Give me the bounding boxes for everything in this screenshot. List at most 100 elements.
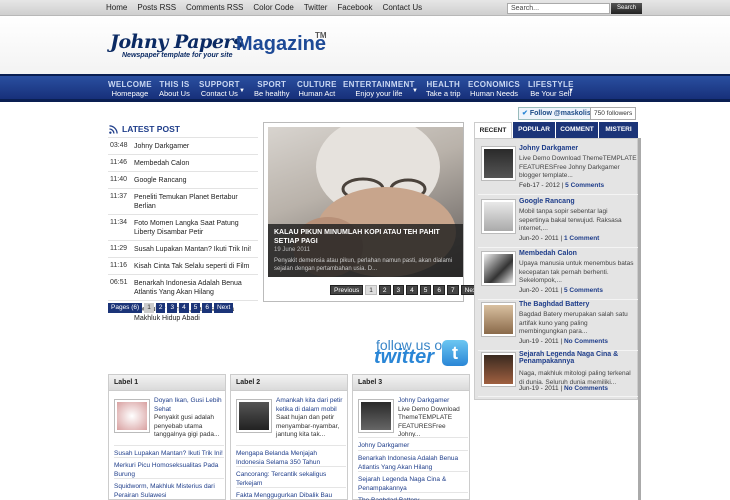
label-link[interactable]: Benarkah Indonesia Adalah Benua Atlantis… bbox=[358, 450, 468, 472]
recent-post-date: Jun-20 - 2011 bbox=[519, 235, 559, 242]
label-link[interactable]: Cancorang: Tercantik sekaligus Terkejam bbox=[236, 466, 346, 488]
post-title[interactable]: Google Rancang bbox=[134, 176, 258, 185]
label-3-heading[interactable]: Label 3 bbox=[353, 375, 469, 391]
post-thumbnail[interactable] bbox=[481, 302, 516, 337]
list-item[interactable]: 11:34 Foto Momen Langka Saat Patung Liber… bbox=[108, 214, 258, 240]
recent-post-item[interactable]: Johny Darkgamer Live Demo Download Theme… bbox=[478, 141, 638, 195]
label-link[interactable]: The Baghdad Battery bbox=[358, 492, 468, 500]
topnav-color-code[interactable]: Color Code bbox=[253, 3, 293, 12]
top-post-title[interactable]: Johny Darkgamer bbox=[398, 397, 449, 404]
recent-post-comments[interactable]: 1 Comment bbox=[564, 235, 599, 242]
previous-button[interactable]: Previous bbox=[330, 285, 364, 295]
nav-sub: Human Act bbox=[298, 89, 336, 98]
recent-post-item[interactable]: The Baghdad Battery Bagdad Batery merupa… bbox=[478, 297, 638, 351]
label-link[interactable]: Sejarah Legenda Naga Cina & Penampakanny… bbox=[358, 471, 468, 493]
recent-post-comments[interactable]: 5 Comments bbox=[564, 287, 603, 294]
topnav-contact[interactable]: Contact Us bbox=[383, 3, 423, 12]
nav-item-lifestyle[interactable]: LIFESTYLE Be Your Self bbox=[528, 80, 574, 98]
list-item[interactable]: 11:37 Peneliti Temukan Planet Bertabur Be… bbox=[108, 188, 258, 214]
post-title[interactable]: Membedah Calon bbox=[134, 159, 258, 168]
list-item[interactable]: 11:40 Google Rancang bbox=[108, 171, 258, 188]
post-title[interactable]: Peneliti Temukan Planet Bertabur Berlian bbox=[134, 193, 258, 211]
nav-item-sport[interactable]: SPORT Be healthy bbox=[254, 80, 289, 98]
list-item[interactable]: 06:51 Benarkah Indonesia Adalah Benua Atl… bbox=[108, 274, 258, 300]
recent-post-comments[interactable]: No Comments bbox=[564, 338, 608, 345]
recent-post-comments[interactable]: 5 Comments bbox=[565, 182, 604, 189]
label-link[interactable]: Mengapa Belanda Menjajah Indonesia Selam… bbox=[236, 445, 346, 467]
recent-post-title[interactable]: Sejarah Legenda Naga Cina & Penampakanny… bbox=[519, 351, 637, 365]
slide-5-button[interactable]: 5 bbox=[419, 285, 432, 295]
page-1-link[interactable]: 1 bbox=[144, 303, 154, 313]
recent-post-title[interactable]: Google Rancang bbox=[519, 198, 637, 205]
label-link[interactable]: Squidworm, Makhluk Misterius dari Perair… bbox=[114, 478, 224, 500]
slide-6-button[interactable]: 6 bbox=[433, 285, 446, 295]
post-title[interactable]: Susah Lupakan Mantan? Ikuti Trik Ini! bbox=[134, 245, 258, 254]
next-page-link[interactable]: Next bbox=[213, 303, 234, 313]
nav-item-entertainment[interactable]: ENTERTAINMENT Enjoy your life bbox=[343, 80, 415, 98]
label-link[interactable]: Johny Darkgamer bbox=[358, 437, 468, 451]
post-thumbnail[interactable] bbox=[481, 199, 516, 234]
list-item[interactable]: 03:48 Johny Darkgamer bbox=[108, 137, 258, 154]
nav-item-support[interactable]: SUPPORT Contact Us bbox=[199, 80, 240, 98]
tab-comment[interactable]: COMMENT bbox=[556, 122, 598, 138]
nav-item-economics[interactable]: ECONOMICS Human Needs bbox=[468, 80, 520, 98]
label-2-heading[interactable]: Label 2 bbox=[231, 375, 347, 391]
page-2-link[interactable]: 2 bbox=[155, 303, 166, 313]
logo-magazine[interactable]: Magazine bbox=[236, 33, 326, 56]
nav-item-about[interactable]: THIS IS About Us bbox=[159, 80, 190, 98]
topnav-comments-rss[interactable]: Comments RSS bbox=[186, 3, 243, 12]
topnav-twitter[interactable]: Twitter bbox=[304, 3, 328, 12]
slide-4-button[interactable]: 4 bbox=[406, 285, 418, 295]
search-button[interactable]: Search bbox=[611, 3, 642, 14]
recent-post-item[interactable]: Membedah Calon Upaya manusia untuk menem… bbox=[478, 246, 638, 300]
post-thumbnail[interactable] bbox=[481, 251, 516, 286]
topnav-home[interactable]: Home bbox=[106, 3, 127, 12]
logo-title[interactable]: Johny Papers bbox=[110, 31, 244, 53]
featured-title[interactable]: KALAU PIKUN MINUMLAH KOPI ATAU TEH PAHIT… bbox=[274, 228, 457, 246]
twitter-bird-icon[interactable]: t bbox=[442, 340, 468, 366]
twitter-follow-button[interactable]: ✔ Follow @maskolis bbox=[518, 107, 595, 120]
slide-3-button[interactable]: 3 bbox=[392, 285, 405, 295]
recent-post-item[interactable]: Sejarah Legenda Naga Cina & Penampakanny… bbox=[478, 347, 638, 397]
nav-item-welcome[interactable]: WELCOME Homepage bbox=[108, 80, 152, 98]
label-link[interactable]: Fakta Menggugurkan Dibalik Bau bbox=[236, 487, 346, 500]
tab-recent[interactable]: RECENT bbox=[474, 122, 512, 138]
page-5-link[interactable]: 5 bbox=[190, 303, 201, 313]
recent-post-title[interactable]: The Baghdad Battery bbox=[519, 301, 637, 308]
label-link[interactable]: Merkuri Picu Homoseksualitas Pada Burung bbox=[114, 457, 224, 479]
post-thumbnail[interactable] bbox=[481, 146, 516, 181]
tab-misteri[interactable]: MISTERI bbox=[599, 122, 638, 138]
list-item[interactable]: 11:46 Membedah Calon bbox=[108, 154, 258, 171]
twitter-wordmark[interactable]: twitter bbox=[374, 346, 434, 369]
label-1-heading[interactable]: Label 1 bbox=[109, 375, 225, 391]
page-6-link[interactable]: 6 bbox=[202, 303, 212, 313]
post-thumbnail[interactable] bbox=[114, 399, 150, 433]
recent-post-comments[interactable]: No Comments bbox=[564, 385, 608, 392]
recent-post-title[interactable]: Membedah Calon bbox=[519, 250, 637, 257]
page-4-link[interactable]: 4 bbox=[179, 303, 189, 313]
topnav-posts-rss[interactable]: Posts RSS bbox=[137, 3, 176, 12]
search-input[interactable]: Search... bbox=[507, 3, 610, 14]
divider bbox=[638, 138, 641, 500]
list-item[interactable]: 11:29 Susah Lupakan Mantan? Ikuti Trik In… bbox=[108, 240, 258, 257]
topnav-facebook[interactable]: Facebook bbox=[337, 3, 372, 12]
post-thumbnail[interactable] bbox=[481, 352, 516, 387]
tab-popular[interactable]: POPULAR bbox=[513, 122, 555, 138]
slide-7-button[interactable]: 7 bbox=[447, 285, 459, 295]
post-title[interactable]: Kisah Cinta Tak Selalu seperti di Film bbox=[134, 262, 258, 271]
post-title[interactable]: Benarkah Indonesia Adalah Benua Atlantis… bbox=[134, 279, 258, 297]
top-post-title[interactable]: Amankah kita dari petir ketika di dalam … bbox=[276, 397, 342, 413]
list-item[interactable]: 11:16 Kisah Cinta Tak Selalu seperti di F… bbox=[108, 257, 258, 274]
recent-post-title[interactable]: Johny Darkgamer bbox=[519, 145, 637, 152]
post-thumbnail[interactable] bbox=[236, 399, 272, 433]
page-3-link[interactable]: 3 bbox=[167, 303, 178, 313]
post-title[interactable]: Johny Darkgamer bbox=[134, 142, 258, 151]
post-thumbnail[interactable] bbox=[358, 399, 394, 433]
slide-1-button[interactable]: 1 bbox=[365, 285, 377, 295]
slide-2-button[interactable]: 2 bbox=[378, 285, 391, 295]
nav-item-culture[interactable]: CULTURE Human Act bbox=[297, 80, 337, 98]
recent-post-item[interactable]: Google Rancang Mobil tanpa sopir sebenta… bbox=[478, 194, 638, 248]
top-post-title[interactable]: Doyan Ikan, Gusi Lebih Sehat bbox=[154, 397, 222, 413]
nav-item-health[interactable]: HEALTH Take a trip bbox=[426, 80, 461, 98]
post-title[interactable]: Foto Momen Langka Saat Patung Liberty Di… bbox=[134, 219, 258, 237]
